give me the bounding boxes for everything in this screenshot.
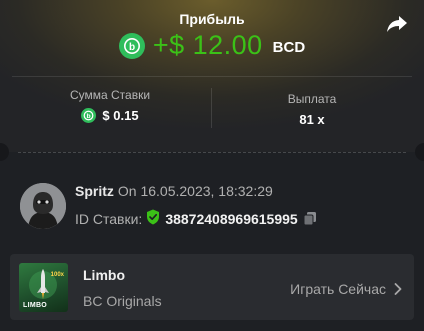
bet-id-line: ID Ставки: 38872408969615995 [75,209,317,228]
copy-icon[interactable] [303,211,317,226]
share-icon[interactable] [386,14,408,34]
bet-id-value: 38872408969615995 [165,210,298,227]
payout-stat: Выплата 81 x [212,92,412,127]
bet-date: On 16.05.2023, 18:32:29 [117,183,273,199]
play-now-label: Играть Сейчас [290,281,386,297]
username[interactable]: Spritz [75,183,114,199]
profit-amount-row: b +$ 12.00 BCD [0,30,424,61]
svg-text:b: b [87,113,91,120]
game-name: Limbo [83,267,125,283]
profit-amount: +$ 12.00 [152,30,263,60]
bcd-coin-icon: b [81,108,97,123]
limbo-thumbnail[interactable]: 100x LIMBO [19,263,68,312]
header-divider [12,76,412,77]
profit-currency: BCD [272,39,306,56]
bcd-coin-icon: b [118,32,145,59]
game-provider: BC Originals [83,293,162,309]
ticket-dashed-divider [18,152,406,153]
bet-amount-label: Сумма Ставки [69,88,151,102]
bet-amount-value: $ 0.15 [102,108,139,123]
svg-text:b: b [129,41,135,52]
bet-id-label: ID Ставки: [75,210,143,227]
limbo-thumb-multiplier: 100x [50,272,64,278]
limbo-thumb-label: LIMBO [23,302,48,309]
bet-amount-stat: Сумма Ставки b $ 0.15 [10,88,210,123]
bet-amount-value-row: b $ 0.15 [10,108,210,123]
chevron-right-icon [394,283,402,295]
game-card[interactable]: 100x LIMBO Limbo BC Originals Играть Сей… [10,254,414,320]
avatar[interactable] [20,183,66,229]
play-now-button[interactable]: Играть Сейчас [290,281,402,297]
payout-value: 81 x [299,112,325,127]
bet-user-line: Spritz On 16.05.2023, 18:32:29 [75,183,273,199]
verified-shield-icon [146,209,160,228]
payout-label: Выплата [287,92,337,106]
ticket-notch-right [415,143,424,161]
profit-title: Прибыль [179,11,245,27]
